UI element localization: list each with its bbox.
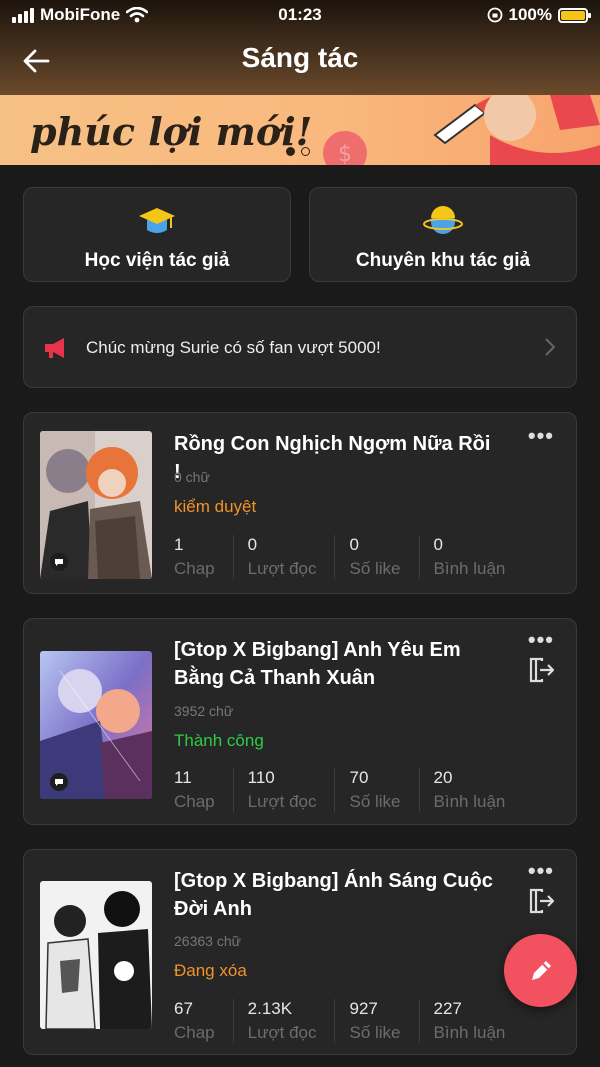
stat-chapters: 1 Chap (174, 535, 234, 579)
more-options-icon[interactable]: ••• (528, 858, 554, 884)
exit-icon[interactable] (528, 888, 556, 914)
story-cover[interactable] (40, 651, 152, 799)
word-count: 0 chữ (174, 469, 210, 485)
battery-percent: 100% (508, 5, 552, 24)
story-title[interactable]: [Gtop X Bigbang] Anh Yêu Em Bằng Cả Than… (174, 636, 496, 692)
status-bar: MobiFone 01:23 100% (0, 0, 600, 32)
banner-pagination (286, 147, 310, 156)
story-status: Đang xóa (174, 961, 247, 980)
pencil-icon (531, 960, 551, 980)
orientation-lock-icon (487, 7, 502, 23)
story-stats: 67 Chap 2.13K Lượt đọc 927 Số like 227 Bình … (174, 999, 537, 1043)
graduation-cap-icon (139, 208, 175, 233)
story-status: kiểm duyệt (174, 497, 257, 516)
notice-banner[interactable]: Chúc mừng Surie có số fan vượt 5000! (23, 306, 577, 388)
battery-icon (558, 7, 591, 23)
stat-reads: 0 Lượt đọc (248, 535, 336, 579)
stat-likes: 70 Số like (349, 768, 420, 812)
story-card[interactable]: [Gtop X Bigbang] Ánh Sáng Cuộc Đời Anh •… (23, 849, 577, 1055)
stat-reads: 110 Lượt đọc (248, 768, 336, 812)
author-academy-label: Học viện tác giả (84, 250, 230, 271)
stat-comments: 20 Bình luận (433, 768, 506, 811)
banner-illustration: $ (323, 95, 600, 165)
stat-chapters: 11 Chap (174, 768, 234, 812)
more-options-icon[interactable]: ••• (528, 627, 554, 653)
story-card[interactable]: [Gtop X Bigbang] Anh Yêu Em Bằng Cả Than… (23, 618, 577, 825)
chat-bubble-icon (50, 553, 68, 571)
author-academy-button[interactable]: Học viện tác giả (23, 187, 291, 282)
stat-likes: 927 Số like (349, 999, 420, 1043)
story-cover[interactable] (40, 881, 152, 1029)
promo-banner[interactable]: phúc lợi mới! $ (0, 95, 600, 165)
story-stats: 1 Chap 0 Lượt đọc 0 Số like 0 Bình luận (174, 535, 537, 579)
author-zone-label: Chuyên khu tác giả (355, 250, 531, 271)
word-count: 3952 chữ (174, 703, 234, 719)
write-button[interactable] (504, 934, 577, 1007)
chat-bubble-icon (50, 773, 68, 791)
pagination-dot[interactable] (301, 147, 310, 156)
chevron-right-icon (545, 338, 556, 356)
stat-chapters: 67 Chap (174, 999, 234, 1043)
stat-comments: 227 Bình luận (433, 999, 506, 1042)
notice-text: Chúc mừng Surie có số fan vượt 5000! (86, 338, 381, 357)
pagination-dot-active[interactable] (286, 147, 295, 156)
banner-text: phúc lợi mới! (30, 109, 313, 154)
stat-reads: 2.13K Lượt đọc (248, 999, 336, 1043)
page-title: Sáng tác (241, 42, 359, 73)
author-zone-button[interactable]: Chuyên khu tác giả (309, 187, 577, 282)
word-count: 26363 chữ (174, 933, 241, 949)
story-stats: 11 Chap 110 Lượt đọc 70 Số like 20 Bình luận (174, 768, 537, 812)
more-options-icon[interactable]: ••• (528, 423, 554, 449)
story-title[interactable]: Rồng Con Nghịch Ngợm Nữa Rồi ! (174, 430, 496, 486)
megaphone-icon (45, 338, 64, 358)
story-card[interactable]: Rồng Con Nghịch Ngợm Nữa Rồi ! ••• 0 chữ… (23, 412, 577, 594)
stat-likes: 0 Số like (349, 535, 420, 579)
planet-icon (423, 206, 463, 234)
exit-icon[interactable] (528, 657, 556, 683)
stat-comments: 0 Bình luận (433, 535, 506, 578)
svg-text:$: $ (338, 142, 352, 165)
story-cover[interactable] (40, 431, 152, 579)
story-title[interactable]: [Gtop X Bigbang] Ánh Sáng Cuộc Đời Anh (174, 867, 496, 923)
story-status: Thành công (174, 731, 264, 750)
